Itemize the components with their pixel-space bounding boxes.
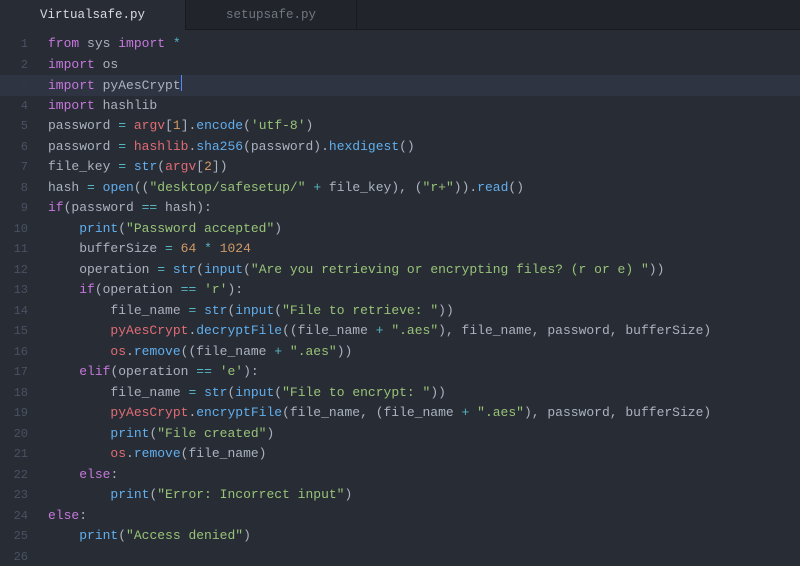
code-area[interactable]: from sys import *import osimport pyAesCr… [38, 30, 800, 566]
line-number: 1 [0, 34, 38, 55]
code-line[interactable]: elif(operation == 'e'): [48, 362, 800, 383]
line-number: 19 [0, 403, 38, 424]
tab-virtualsafe[interactable]: Virtualsafe.py [0, 0, 186, 30]
code-line[interactable]: print("Access denied") [48, 526, 800, 547]
line-number: 2 [0, 55, 38, 76]
line-number-gutter: 1234567891011121314151617181920212223242… [0, 30, 38, 566]
code-line[interactable]: if(operation == 'r'): [48, 280, 800, 301]
code-line[interactable]: operation = str(input("Are you retrievin… [48, 260, 800, 281]
line-number: 26 [0, 547, 38, 566]
line-number: 24 [0, 506, 38, 527]
line-number: 22 [0, 465, 38, 486]
line-number: 4 [0, 96, 38, 117]
line-number: 9 [0, 198, 38, 219]
code-line[interactable]: pyAesCrypt.encryptFile(file_name, (file_… [48, 403, 800, 424]
tab-setupsafe[interactable]: setupsafe.py [186, 0, 357, 30]
line-number: 21 [0, 444, 38, 465]
text-cursor [181, 75, 182, 91]
line-number: 13 [0, 280, 38, 301]
code-line[interactable]: bufferSize = 64 * 1024 [48, 239, 800, 260]
line-number: 17 [0, 362, 38, 383]
line-number: 12 [0, 260, 38, 281]
line-number: 10 [0, 219, 38, 240]
code-line[interactable]: else: [48, 465, 800, 486]
line-number: 11 [0, 239, 38, 260]
code-line[interactable]: print("File created") [48, 424, 800, 445]
code-line[interactable]: import hashlib [48, 96, 800, 117]
line-number: 5 [0, 116, 38, 137]
line-number: 6 [0, 137, 38, 158]
code-line[interactable]: import pyAesCrypt [48, 75, 800, 96]
line-number: 16 [0, 342, 38, 363]
code-line[interactable]: pyAesCrypt.decryptFile((file_name + ".ae… [48, 321, 800, 342]
code-editor[interactable]: 1234567891011121314151617181920212223242… [0, 30, 800, 566]
line-number: 18 [0, 383, 38, 404]
code-line[interactable]: print("Error: Incorrect input") [48, 485, 800, 506]
code-line[interactable]: import os [48, 55, 800, 76]
code-line[interactable]: file_name = str(input("File to retrieve:… [48, 301, 800, 322]
line-number: 15 [0, 321, 38, 342]
line-number: 8 [0, 178, 38, 199]
line-number: 25 [0, 526, 38, 547]
code-line[interactable]: print("Password accepted") [48, 219, 800, 240]
line-number: 23 [0, 485, 38, 506]
tab-bar: Virtualsafe.py setupsafe.py [0, 0, 800, 30]
line-number: 20 [0, 424, 38, 445]
code-line[interactable]: os.remove(file_name) [48, 444, 800, 465]
code-line[interactable]: file_key = str(argv[2]) [48, 157, 800, 178]
line-number: 14 [0, 301, 38, 322]
line-number: 7 [0, 157, 38, 178]
code-line[interactable]: from sys import * [48, 34, 800, 55]
code-line[interactable]: else: [48, 506, 800, 527]
code-line[interactable]: os.remove((file_name + ".aes")) [48, 342, 800, 363]
code-line[interactable]: password = hashlib.sha256(password).hexd… [48, 137, 800, 158]
code-line[interactable]: file_name = str(input("File to encrypt: … [48, 383, 800, 404]
code-line[interactable] [48, 547, 800, 566]
code-line[interactable]: hash = open(("desktop/safesetup/" + file… [48, 178, 800, 199]
code-line[interactable]: password = argv[1].encode('utf-8') [48, 116, 800, 137]
code-line[interactable]: if(password == hash): [48, 198, 800, 219]
